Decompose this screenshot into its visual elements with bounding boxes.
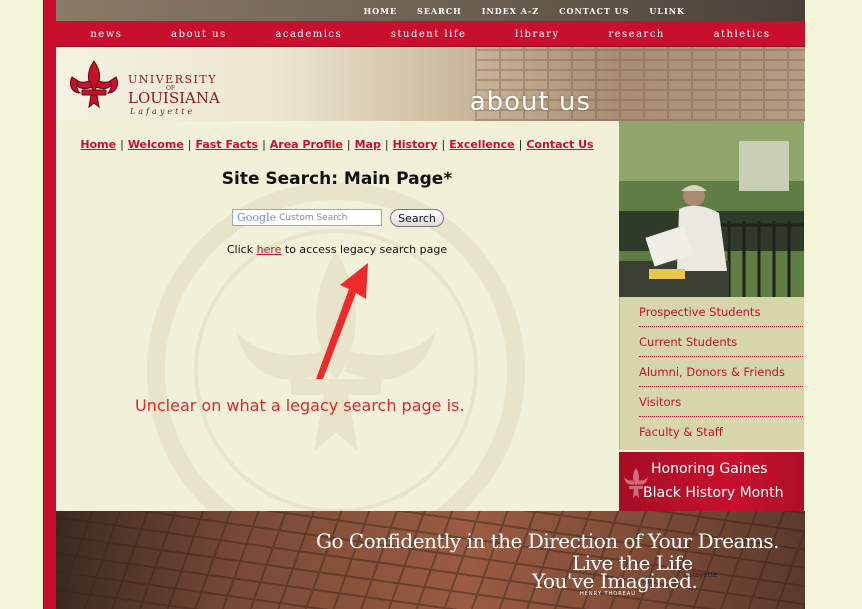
- page-title: Site Search: Main Page*: [221, 169, 453, 189]
- search-placeholder: Custom Search: [279, 212, 348, 223]
- utility-search-link[interactable]: SEARCH: [417, 6, 462, 16]
- student-reading-photo: [619, 121, 804, 297]
- utility-bar: HOME SEARCH INDEX A-Z CONTACT US ULINK: [56, 0, 805, 21]
- promo-line-2: Black History Month: [643, 485, 784, 501]
- quote-line-1: Go Confidently in the Direction of Your …: [316, 529, 780, 553]
- legacy-suffix: to access legacy search page: [281, 243, 448, 256]
- link-alumni-donors-friends[interactable]: Alumni, Donors & Friends: [639, 357, 803, 387]
- promo-line-1: Honoring Gaines: [651, 461, 768, 477]
- link-faculty-staff[interactable]: Faculty & Staff: [639, 417, 803, 447]
- nav-student-life[interactable]: student life: [391, 29, 467, 40]
- quote-attribution: HENRY THOREAU: [580, 591, 636, 597]
- black-history-month-promo[interactable]: Honoring Gaines Black History Month: [619, 450, 804, 511]
- crumb-fast-facts[interactable]: Fast Facts: [196, 138, 259, 151]
- utility-home-link[interactable]: HOME: [364, 6, 397, 16]
- legacy-prefix: Click: [226, 243, 257, 256]
- nav-library[interactable]: library: [515, 29, 559, 40]
- legacy-search-text: Click here to access legacy search page: [56, 243, 618, 256]
- crumb-area-profile[interactable]: Area Profile: [270, 138, 343, 151]
- breadcrumb: Home | Welcome | Fast Facts | Area Profile | Map…: [56, 138, 618, 151]
- link-prospective-students[interactable]: Prospective Students: [639, 297, 803, 327]
- crumb-contact-us[interactable]: Contact Us: [526, 138, 593, 151]
- utility-contact-link[interactable]: CONTACT US: [559, 6, 629, 16]
- page-heading: about us: [469, 87, 591, 117]
- nav-about-us[interactable]: about us: [171, 29, 227, 40]
- footer-banner: Go Confidently in the Direction of Your …: [56, 511, 805, 609]
- search-input[interactable]: Google Custom Search: [232, 209, 382, 226]
- quote-brand: Lafayette: [684, 571, 718, 579]
- nav-research[interactable]: research: [608, 29, 665, 40]
- crumb-separator: |: [441, 138, 446, 151]
- crumb-history[interactable]: History: [393, 138, 438, 151]
- quote-line-3: You've Imagined.: [532, 569, 698, 593]
- crumb-separator: |: [187, 138, 192, 151]
- main-nav: news about us academics student life lib…: [56, 21, 805, 47]
- search-button[interactable]: Search: [390, 209, 444, 227]
- logo-line-lafayette: Lafayette: [130, 107, 196, 116]
- university-logo[interactable]: UNIVERSITY OF LOUISIANA Lafayette: [66, 57, 236, 116]
- link-visitors[interactable]: Visitors: [639, 387, 803, 417]
- crumb-welcome[interactable]: Welcome: [128, 138, 184, 151]
- nav-news[interactable]: news: [90, 29, 122, 40]
- audience-links: Prospective Students Current Students Al…: [619, 297, 804, 450]
- nav-athletics[interactable]: athletics: [714, 29, 771, 40]
- crumb-home[interactable]: Home: [80, 138, 116, 151]
- left-red-stripe: [43, 0, 56, 609]
- header-banner: UNIVERSITY OF LOUISIANA Lafayette about …: [56, 47, 805, 121]
- crumb-separator: |: [346, 138, 351, 151]
- crumb-separator: |: [262, 138, 266, 151]
- crumb-separator: |: [120, 138, 124, 151]
- fleur-de-lis-icon: [69, 60, 119, 109]
- utility-index-link[interactable]: INDEX A-Z: [482, 6, 539, 16]
- utility-ulink-link[interactable]: ULINK: [649, 6, 685, 16]
- link-current-students[interactable]: Current Students: [639, 327, 803, 357]
- main-content: Home | Welcome | Fast Facts | Area Profile | Map…: [56, 121, 618, 511]
- crumb-separator: |: [518, 138, 523, 151]
- crumb-map[interactable]: Map: [355, 138, 381, 151]
- annotation-note: Unclear on what a legacy search page is.: [135, 396, 465, 415]
- google-logo: Google: [237, 211, 277, 224]
- campus-photo-image: [619, 121, 804, 297]
- logo-line-louisiana: LOUISIANA: [128, 89, 220, 107]
- crumb-excellence[interactable]: Excellence: [449, 138, 514, 151]
- legacy-search-link[interactable]: here: [257, 243, 282, 256]
- crumb-separator: |: [384, 138, 389, 151]
- annotation-arrow-icon: [316, 263, 368, 379]
- nav-academics[interactable]: academics: [275, 29, 342, 40]
